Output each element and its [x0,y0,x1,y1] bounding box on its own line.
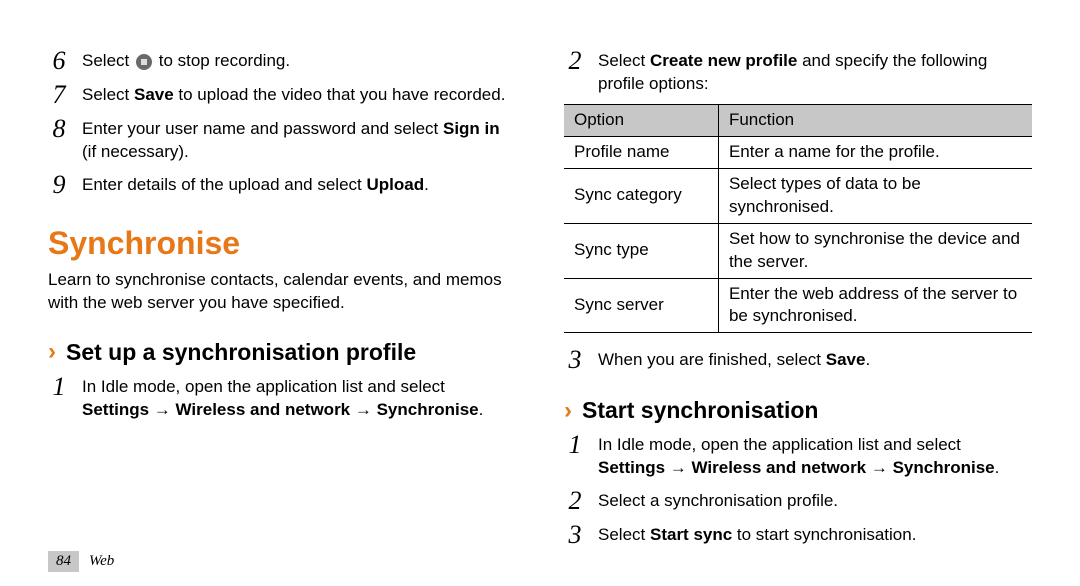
table-header-row: Option Function [564,104,1032,136]
table-cell: Sync category [564,168,718,223]
table-row: Sync type Set how to synchronise the dev… [564,223,1032,278]
step-number: 8 [48,116,70,142]
chevron-icon: › [48,340,56,364]
table-header-function: Function [718,104,1032,136]
text-pre: Select [82,51,134,70]
table-row: Sync server Enter the web address of the… [564,278,1032,333]
step-number: 2 [564,488,586,514]
subsection-title-text: Start synchronisation [582,395,818,426]
table-row: Profile name Enter a name for the profil… [564,136,1032,168]
table-header-option: Option [564,104,718,136]
subsection-start-sync: › Start synchronisation [564,395,1032,426]
step-text: In Idle mode, open the application list … [82,374,516,422]
subsection-setup-profile: › Set up a synchronisation profile [48,337,516,368]
subsection-title-text: Set up a synchronisation profile [66,337,416,368]
step-number: 2 [564,48,586,74]
step-text: Select Save to upload the video that you… [82,82,516,107]
chevron-icon: › [564,399,572,423]
step-text: Select Start sync to start synchronisati… [598,522,1032,547]
table-cell: Sync server [564,278,718,333]
step: 3 When you are finished, select Save. [564,347,1032,373]
profile-options-table: Option Function Profile name Enter a nam… [564,104,1032,334]
step-number: 6 [48,48,70,74]
step-text: Select Create new profile and specify th… [598,48,1032,96]
step: 2 Select Create new profile and specify … [564,48,1032,96]
step-number: 3 [564,347,586,373]
step-text: When you are finished, select Save. [598,347,1032,372]
section-title-synchronise: Synchronise [48,222,516,265]
table-cell: Enter a name for the profile. [718,136,1032,168]
step-text: Select to stop recording. [82,48,516,73]
table-cell: Set how to synchronise the device and th… [718,223,1032,278]
table-row: Sync category Select types of data to be… [564,168,1032,223]
step-text: Select a synchronisation profile. [598,488,1032,513]
left-column: 6 Select to stop recording. 7 Select Sav… [48,48,516,556]
step-number: 9 [48,172,70,198]
step-text: Enter details of the upload and select U… [82,172,516,197]
page-body: 6 Select to stop recording. 7 Select Sav… [0,0,1080,572]
step-number: 3 [564,522,586,548]
page-number: 84 [48,551,79,572]
table-cell: Sync type [564,223,718,278]
step-number: 1 [48,374,70,400]
step-number: 7 [48,82,70,108]
section-description: Learn to synchronise contacts, calendar … [48,269,516,315]
stop-record-icon [136,54,152,70]
step-text: In Idle mode, open the application list … [598,432,1032,480]
table-cell: Enter the web address of the server to b… [718,278,1032,333]
step: 9 Enter details of the upload and select… [48,172,516,198]
step: 8 Enter your user name and password and … [48,116,516,164]
right-column: 2 Select Create new profile and specify … [564,48,1032,556]
table-cell: Profile name [564,136,718,168]
step: 2 Select a synchronisation profile. [564,488,1032,514]
page-footer: 84 Web [48,551,114,572]
step: 3 Select Start sync to start synchronisa… [564,522,1032,548]
step: 6 Select to stop recording. [48,48,516,74]
step: 1 In Idle mode, open the application lis… [48,374,516,422]
step: 7 Select Save to upload the video that y… [48,82,516,108]
footer-section-label: Web [89,553,114,570]
step-text: Enter your user name and password and se… [82,116,516,164]
text-post: to stop recording. [159,51,290,70]
step-number: 1 [564,432,586,458]
table-cell: Select types of data to be synchronised. [718,168,1032,223]
step: 1 In Idle mode, open the application lis… [564,432,1032,480]
